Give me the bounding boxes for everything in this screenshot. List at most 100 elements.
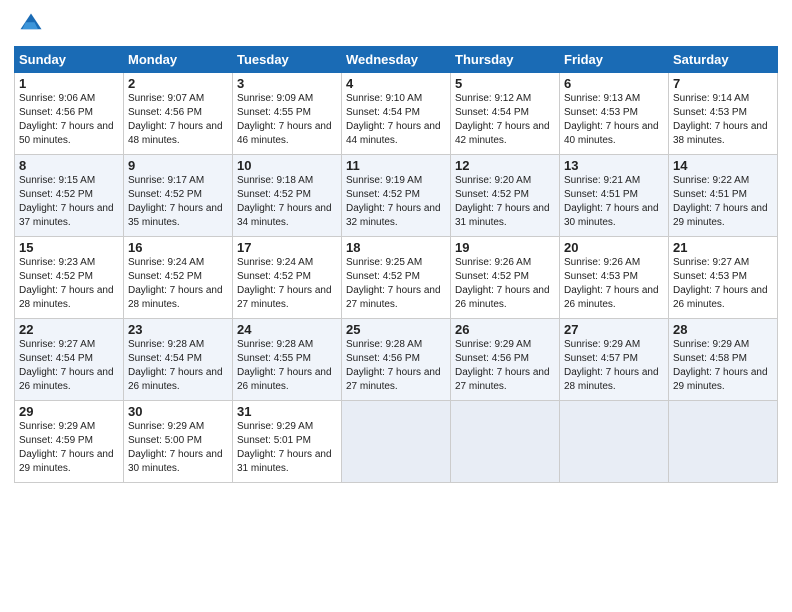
calendar-cell: 25 Sunrise: 9:28 AMSunset: 4:56 PMDayligh… xyxy=(342,319,451,401)
calendar-cell xyxy=(451,401,560,483)
day-number: 28 xyxy=(673,322,773,337)
week-row-3: 15Sunrise: 9:23 AMSunset: 4:52 PMDayligh… xyxy=(15,237,778,319)
day-number: 26 xyxy=(455,322,555,337)
calendar-cell: 16 Sunrise: 9:24 AMSunset: 4:52 PMDayligh… xyxy=(124,237,233,319)
cell-info: Sunrise: 9:26 AMSunset: 4:52 PMDaylight:… xyxy=(455,257,550,310)
day-number: 25 xyxy=(346,322,446,337)
header-monday: Monday xyxy=(124,47,233,73)
day-number: 11 xyxy=(346,158,446,173)
cell-info: Sunrise: 9:28 AMSunset: 4:55 PMDaylight:… xyxy=(237,339,332,392)
calendar-cell: 27 Sunrise: 9:29 AMSunset: 4:57 PMDayligh… xyxy=(560,319,669,401)
day-number: 7 xyxy=(673,76,773,91)
cell-info: Sunrise: 9:29 AMSunset: 5:01 PMDaylight:… xyxy=(237,421,332,474)
logo-icon xyxy=(17,10,45,38)
day-number: 12 xyxy=(455,158,555,173)
day-number: 4 xyxy=(346,76,446,91)
day-number: 22 xyxy=(19,322,119,337)
header-sunday: Sunday xyxy=(15,47,124,73)
calendar-cell: 7Sunrise: 9:14 AMSunset: 4:53 PMDaylight… xyxy=(669,73,778,155)
week-row-4: 22 Sunrise: 9:27 AMSunset: 4:54 PMDayligh… xyxy=(15,319,778,401)
day-number: 21 xyxy=(673,240,773,255)
day-number: 6 xyxy=(564,76,664,91)
cell-info: Sunrise: 9:09 AMSunset: 4:55 PMDaylight:… xyxy=(237,93,332,146)
calendar-cell: 21 Sunrise: 9:27 AMSunset: 4:53 PMDayligh… xyxy=(669,237,778,319)
cell-info: Sunrise: 9:10 AMSunset: 4:54 PMDaylight:… xyxy=(346,93,441,146)
header-friday: Friday xyxy=(560,47,669,73)
cell-info: Sunrise: 9:21 AMSunset: 4:51 PMDaylight:… xyxy=(564,175,659,228)
day-number: 30 xyxy=(128,404,228,419)
cell-info: Sunrise: 9:17 AMSunset: 4:52 PMDaylight:… xyxy=(128,175,223,228)
calendar-cell: 17 Sunrise: 9:24 AMSunset: 4:52 PMDayligh… xyxy=(233,237,342,319)
day-number: 3 xyxy=(237,76,337,91)
cell-info: Sunrise: 9:29 AMSunset: 5:00 PMDaylight:… xyxy=(128,421,223,474)
cell-info: Sunrise: 9:19 AMSunset: 4:52 PMDaylight:… xyxy=(346,175,441,228)
day-number: 24 xyxy=(237,322,337,337)
calendar-cell: 13 Sunrise: 9:21 AMSunset: 4:51 PMDayligh… xyxy=(560,155,669,237)
day-number: 19 xyxy=(455,240,555,255)
calendar-cell: 20 Sunrise: 9:26 AMSunset: 4:53 PMDayligh… xyxy=(560,237,669,319)
cell-info: Sunrise: 9:29 AMSunset: 4:59 PMDaylight:… xyxy=(19,421,114,474)
day-number: 20 xyxy=(564,240,664,255)
calendar-cell xyxy=(669,401,778,483)
calendar-cell: 22 Sunrise: 9:27 AMSunset: 4:54 PMDayligh… xyxy=(15,319,124,401)
calendar-table: SundayMondayTuesdayWednesdayThursdayFrid… xyxy=(14,46,778,483)
calendar-cell: 28 Sunrise: 9:29 AMSunset: 4:58 PMDayligh… xyxy=(669,319,778,401)
page-header xyxy=(14,10,778,38)
cell-info: Sunrise: 9:29 AMSunset: 4:58 PMDaylight:… xyxy=(673,339,768,392)
calendar-cell: 6 Sunrise: 9:13 AMSunset: 4:53 PMDaylight… xyxy=(560,73,669,155)
cell-info: Sunrise: 9:20 AMSunset: 4:52 PMDaylight:… xyxy=(455,175,550,228)
day-number: 27 xyxy=(564,322,664,337)
calendar-cell xyxy=(342,401,451,483)
calendar-cell: 8 Sunrise: 9:15 AMSunset: 4:52 PMDaylight… xyxy=(15,155,124,237)
week-row-2: 8 Sunrise: 9:15 AMSunset: 4:52 PMDaylight… xyxy=(15,155,778,237)
calendar-cell: 31 Sunrise: 9:29 AMSunset: 5:01 PMDayligh… xyxy=(233,401,342,483)
week-row-1: 1Sunrise: 9:06 AMSunset: 4:56 PMDaylight… xyxy=(15,73,778,155)
calendar-cell: 3 Sunrise: 9:09 AMSunset: 4:55 PMDaylight… xyxy=(233,73,342,155)
cell-info: Sunrise: 9:07 AMSunset: 4:56 PMDaylight:… xyxy=(128,93,223,146)
cell-info: Sunrise: 9:26 AMSunset: 4:53 PMDaylight:… xyxy=(564,257,659,310)
day-number: 2 xyxy=(128,76,228,91)
day-number: 13 xyxy=(564,158,664,173)
calendar-cell: 18 Sunrise: 9:25 AMSunset: 4:52 PMDayligh… xyxy=(342,237,451,319)
calendar-cell: 9 Sunrise: 9:17 AMSunset: 4:52 PMDaylight… xyxy=(124,155,233,237)
cell-info: Sunrise: 9:24 AMSunset: 4:52 PMDaylight:… xyxy=(128,257,223,310)
cell-info: Sunrise: 9:27 AMSunset: 4:53 PMDaylight:… xyxy=(673,257,768,310)
logo xyxy=(14,10,45,38)
header-tuesday: Tuesday xyxy=(233,47,342,73)
day-number: 1 xyxy=(19,76,119,91)
header-saturday: Saturday xyxy=(669,47,778,73)
day-number: 8 xyxy=(19,158,119,173)
calendar-cell: 2 Sunrise: 9:07 AMSunset: 4:56 PMDaylight… xyxy=(124,73,233,155)
calendar-cell: 26 Sunrise: 9:29 AMSunset: 4:56 PMDayligh… xyxy=(451,319,560,401)
cell-info: Sunrise: 9:29 AMSunset: 4:56 PMDaylight:… xyxy=(455,339,550,392)
day-number: 5 xyxy=(455,76,555,91)
calendar-cell: 1Sunrise: 9:06 AMSunset: 4:56 PMDaylight… xyxy=(15,73,124,155)
calendar-cell: 5Sunrise: 9:12 AMSunset: 4:54 PMDaylight… xyxy=(451,73,560,155)
day-number: 15 xyxy=(19,240,119,255)
day-number: 23 xyxy=(128,322,228,337)
cell-info: Sunrise: 9:28 AMSunset: 4:56 PMDaylight:… xyxy=(346,339,441,392)
header-wednesday: Wednesday xyxy=(342,47,451,73)
calendar-cell: 11 Sunrise: 9:19 AMSunset: 4:52 PMDayligh… xyxy=(342,155,451,237)
calendar-cell: 4 Sunrise: 9:10 AMSunset: 4:54 PMDaylight… xyxy=(342,73,451,155)
cell-info: Sunrise: 9:13 AMSunset: 4:53 PMDaylight:… xyxy=(564,93,659,146)
cell-info: Sunrise: 9:24 AMSunset: 4:52 PMDaylight:… xyxy=(237,257,332,310)
cell-info: Sunrise: 9:15 AMSunset: 4:52 PMDaylight:… xyxy=(19,175,114,228)
cell-info: Sunrise: 9:22 AMSunset: 4:51 PMDaylight:… xyxy=(673,175,768,228)
calendar-cell: 10Sunrise: 9:18 AMSunset: 4:52 PMDayligh… xyxy=(233,155,342,237)
cell-info: Sunrise: 9:27 AMSunset: 4:54 PMDaylight:… xyxy=(19,339,114,392)
cell-info: Sunrise: 9:25 AMSunset: 4:52 PMDaylight:… xyxy=(346,257,441,310)
day-number: 29 xyxy=(19,404,119,419)
day-number: 18 xyxy=(346,240,446,255)
cell-info: Sunrise: 9:28 AMSunset: 4:54 PMDaylight:… xyxy=(128,339,223,392)
calendar-cell: 30 Sunrise: 9:29 AMSunset: 5:00 PMDayligh… xyxy=(124,401,233,483)
cell-info: Sunrise: 9:29 AMSunset: 4:57 PMDaylight:… xyxy=(564,339,659,392)
week-row-5: 29 Sunrise: 9:29 AMSunset: 4:59 PMDayligh… xyxy=(15,401,778,483)
day-number: 9 xyxy=(128,158,228,173)
calendar-cell: 15Sunrise: 9:23 AMSunset: 4:52 PMDayligh… xyxy=(15,237,124,319)
day-number: 17 xyxy=(237,240,337,255)
calendar-cell: 24 Sunrise: 9:28 AMSunset: 4:55 PMDayligh… xyxy=(233,319,342,401)
day-number: 31 xyxy=(237,404,337,419)
day-number: 16 xyxy=(128,240,228,255)
calendar-cell xyxy=(560,401,669,483)
